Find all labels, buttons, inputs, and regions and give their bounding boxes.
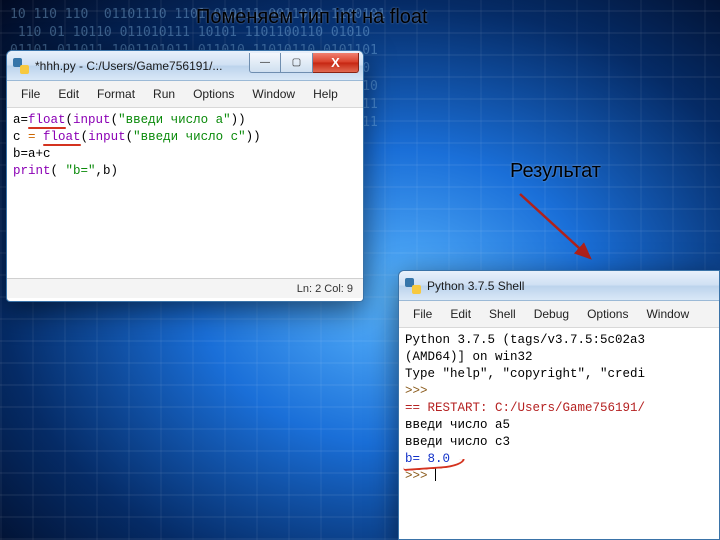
code-line-3: b=a+c — [13, 147, 51, 161]
editor-window: *hhh.py - C:/Users/Game756191/... — ▢ X … — [6, 50, 364, 302]
editor-title: *hhh.py - C:/Users/Game756191/... — [35, 59, 243, 73]
editor-menubar: File Edit Format Run Options Window Help — [7, 81, 363, 108]
code-input-2: input — [88, 130, 126, 144]
code-str-2: "введи число c" — [133, 130, 246, 144]
python-icon — [13, 58, 29, 74]
window-buttons: — ▢ X — [249, 53, 359, 73]
shell-output-b: b= 8.0 — [405, 452, 450, 466]
editor-titlebar[interactable]: *hhh.py - C:/Users/Game756191/... — ▢ X — [7, 51, 363, 81]
code-input-1: input — [73, 113, 111, 127]
code-token — [36, 130, 44, 144]
shell-output[interactable]: Python 3.7.5 (tags/v3.7.5:5c02a3 (AMD64)… — [399, 328, 719, 538]
menu-file[interactable]: File — [13, 85, 48, 103]
cursor-position: Ln: 2 Col: 9 — [297, 283, 353, 295]
shell-menu-debug[interactable]: Debug — [526, 305, 577, 323]
annotation-change-type: Поменяем тип int на float — [196, 6, 456, 29]
code-eq: = — [28, 130, 36, 144]
minimize-glyph: — — [260, 57, 270, 68]
code-editor[interactable]: a=float(input("введи число a")) c = floa… — [7, 108, 363, 278]
menu-edit[interactable]: Edit — [50, 85, 87, 103]
menu-run[interactable]: Run — [145, 85, 183, 103]
code-str-3: "b=" — [66, 164, 96, 178]
annotation-result: Результат — [510, 160, 630, 183]
code-float-2: float — [43, 130, 81, 144]
code-token: c — [13, 130, 28, 144]
shell-banner-2: (AMD64)] on win32 — [405, 350, 533, 364]
shell-menu-file[interactable]: File — [405, 305, 440, 323]
code-token: )) — [231, 113, 246, 127]
code-print: print — [13, 164, 51, 178]
shell-title: Python 3.7.5 Shell — [427, 279, 719, 293]
python-icon — [405, 278, 421, 294]
maximize-glyph: ▢ — [292, 57, 301, 68]
close-button[interactable]: X — [313, 53, 359, 73]
shell-menu-options[interactable]: Options — [579, 305, 636, 323]
code-token: ( — [111, 113, 119, 127]
slide-stage: 10 110 110 01101110 1101 010111 0011010 … — [0, 0, 720, 540]
editor-statusbar: Ln: 2 Col: 9 — [7, 278, 363, 298]
text-cursor — [435, 468, 436, 481]
shell-menubar: File Edit Shell Debug Options Window — [399, 301, 719, 328]
shell-banner-1: Python 3.7.5 (tags/v3.7.5:5c02a3 — [405, 333, 645, 347]
shell-menu-edit[interactable]: Edit — [442, 305, 479, 323]
shell-titlebar[interactable]: Python 3.7.5 Shell — [399, 271, 719, 301]
menu-format[interactable]: Format — [89, 85, 143, 103]
shell-menu-window[interactable]: Window — [638, 305, 697, 323]
menu-help[interactable]: Help — [305, 85, 346, 103]
shell-banner-3: Type "help", "copyright", "credi — [405, 367, 645, 381]
arrow-to-result — [500, 186, 620, 276]
shell-restart: == RESTART: C:/Users/Game756191/ — [405, 401, 645, 415]
shell-window: Python 3.7.5 Shell File Edit Shell Debug… — [398, 270, 720, 540]
minimize-button[interactable]: — — [249, 53, 281, 73]
code-token: a= — [13, 113, 28, 127]
code-float-1: float — [28, 113, 66, 127]
code-token: ,b) — [96, 164, 119, 178]
code-token: )) — [246, 130, 261, 144]
shell-prompt-2: >>> — [405, 469, 435, 483]
maximize-button[interactable]: ▢ — [281, 53, 313, 73]
code-token: ( — [81, 130, 89, 144]
shell-input-a: введи число a5 — [405, 418, 510, 432]
menu-options[interactable]: Options — [185, 85, 242, 103]
shell-prompt-1: >>> — [405, 384, 435, 398]
close-glyph: X — [331, 55, 340, 70]
shell-input-c: введи число c3 — [405, 435, 510, 449]
code-str-1: "введи число a" — [118, 113, 231, 127]
code-token: ( — [51, 164, 66, 178]
code-token: ( — [66, 113, 74, 127]
menu-window[interactable]: Window — [244, 85, 303, 103]
shell-menu-shell[interactable]: Shell — [481, 305, 524, 323]
code-token: ( — [126, 130, 134, 144]
